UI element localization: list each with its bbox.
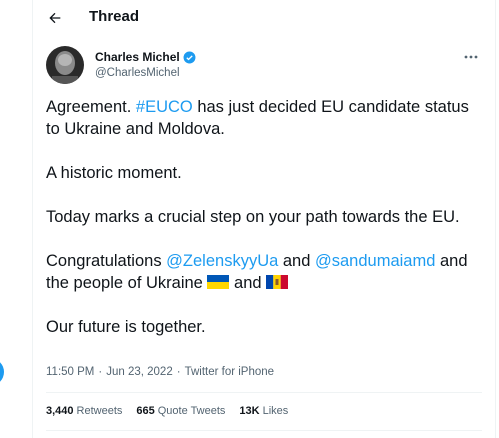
page-title: Thread	[89, 8, 140, 25]
tweet-source[interactable]: Twitter for iPhone	[185, 366, 274, 378]
retweets-stat[interactable]: 3,440 Retweets	[46, 405, 122, 417]
author-name-text: Charles Michel	[95, 50, 180, 64]
likes-stat[interactable]: 13K Likes	[239, 405, 288, 417]
author-name[interactable]: Charles Michel	[95, 50, 196, 64]
tweet-paragraph: A historic moment.	[46, 164, 182, 182]
moldova-flag-icon	[266, 275, 289, 289]
mention-link[interactable]: @ZelenskyyUa	[166, 252, 278, 270]
likes-count: 13K	[239, 405, 260, 417]
meta-separator: ·	[176, 366, 181, 378]
more-horizontal-icon	[464, 55, 478, 59]
back-button[interactable]	[43, 6, 67, 30]
tweet-meta: 11:50 PM · Jun 23, 2022 · Twitter for iP…	[46, 366, 274, 378]
ukraine-flag-icon	[207, 275, 230, 289]
arrow-left-icon	[49, 12, 61, 24]
avatar[interactable]	[46, 46, 84, 84]
tweet-text: Agreement. #EUCO has just decided EU can…	[46, 96, 486, 360]
author-handle[interactable]: @CharlesMichel	[95, 67, 180, 79]
retweets-label: Retweets	[76, 405, 123, 417]
tweet-date[interactable]: Jun 23, 2022	[106, 366, 173, 378]
text-span: Agreement.	[46, 98, 136, 116]
meta-separator: ·	[98, 366, 103, 378]
verified-badge-icon	[183, 51, 196, 63]
tweet-stats: 3,440 Retweets 665 Quote Tweets 13K Likes	[46, 405, 288, 417]
mention-link[interactable]: @sandumaiamd	[315, 252, 435, 270]
text-span: and	[229, 274, 267, 292]
text-span: and	[278, 252, 315, 270]
floating-compose-button[interactable]	[0, 358, 4, 386]
tweet-paragraph: Agreement. #EUCO has just decided EU can…	[46, 96, 486, 140]
tweet-paragraph: Our future is together.	[46, 318, 206, 336]
quote-tweets-stat[interactable]: 665 Quote Tweets	[136, 405, 225, 417]
likes-label: Likes	[262, 405, 289, 417]
tweet-time[interactable]: 11:50 PM	[46, 366, 94, 378]
hashtag-link[interactable]: #EUCO	[136, 98, 193, 116]
divider	[46, 430, 482, 431]
thread-panel: Thread Charles Michel @CharlesMichel Agr…	[32, 0, 496, 438]
more-options-button[interactable]	[461, 50, 481, 64]
divider	[46, 392, 482, 393]
text-span: Congratulations	[46, 252, 167, 270]
tweet-paragraph: Today marks a crucial step on your path …	[46, 208, 460, 226]
thread-header: Thread	[33, 0, 495, 36]
retweets-count: 3,440	[46, 405, 74, 417]
quote-tweets-count: 665	[136, 405, 155, 417]
quote-tweets-label: Quote Tweets	[157, 405, 226, 417]
tweet-paragraph: Congratulations @ZelenskyyUa and @sandum…	[46, 250, 486, 294]
